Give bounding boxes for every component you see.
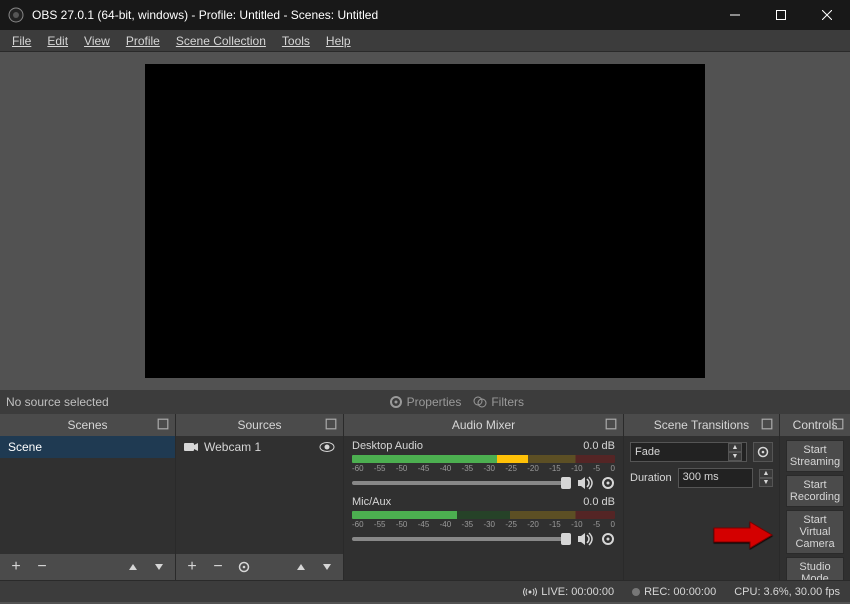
audio-mixer-panel: Audio Mixer Desktop Audio0.0 dB -60-55-5… <box>344 414 624 580</box>
popout-icon <box>157 418 169 430</box>
transition-select[interactable]: Fade ▲▼ <box>630 442 747 462</box>
titlebar: OBS 27.0.1 (64-bit, windows) - Profile: … <box>0 0 850 30</box>
app-icon <box>8 7 24 23</box>
sources-panel: Sources Webcam 1 + − <box>176 414 344 580</box>
audio-meter <box>352 511 615 519</box>
speaker-icon[interactable] <box>577 532 595 546</box>
audio-volume-slider[interactable] <box>352 481 571 485</box>
transition-settings-button[interactable] <box>753 442 773 462</box>
audio-channel-desktop: Desktop Audio0.0 dB -60-55-50-45-40-35-3… <box>344 436 623 492</box>
source-up-button[interactable] <box>289 557 313 577</box>
start-streaming-button[interactable]: Start Streaming <box>786 440 844 472</box>
transitions-header[interactable]: Scene Transitions <box>624 414 779 436</box>
gear-icon <box>389 395 403 409</box>
start-recording-button[interactable]: Start Recording <box>786 475 844 507</box>
audio-volume-slider[interactable] <box>352 537 571 541</box>
popout-icon <box>325 418 337 430</box>
source-item[interactable]: Webcam 1 <box>176 436 343 458</box>
menu-help[interactable]: Help <box>320 32 357 50</box>
maximize-button[interactable] <box>758 0 804 30</box>
panels-row: Scenes Scene + − Sources Webcam 1 + <box>0 414 850 580</box>
popout-icon <box>761 418 773 430</box>
status-cpu: CPU: 3.6%, 30.00 fps <box>734 586 840 598</box>
transitions-panel: Scene Transitions Fade ▲▼ Duration 300 m… <box>624 414 780 580</box>
broadcast-icon <box>523 587 537 597</box>
gear-icon[interactable] <box>601 532 615 546</box>
popout-icon <box>605 418 617 430</box>
source-add-button[interactable]: + <box>180 557 204 577</box>
menu-file[interactable]: File <box>6 32 37 50</box>
source-remove-button[interactable]: − <box>206 557 230 577</box>
duration-label: Duration <box>630 472 672 484</box>
controls-panel: Controls Start Streaming Start Recording… <box>780 414 850 580</box>
window-title: OBS 27.0.1 (64-bit, windows) - Profile: … <box>32 8 378 22</box>
scenes-panel: Scenes Scene + − <box>0 414 176 580</box>
preview-area <box>0 52 850 390</box>
controls-header[interactable]: Controls <box>780 414 850 436</box>
audio-mixer-header[interactable]: Audio Mixer <box>344 414 623 436</box>
source-toolbar-status: No source selected <box>6 395 389 409</box>
duration-input[interactable]: 300 ms <box>678 468 753 488</box>
scene-down-button[interactable] <box>147 557 171 577</box>
gear-icon[interactable] <box>601 476 615 490</box>
menu-tools[interactable]: Tools <box>276 32 316 50</box>
duration-stepper[interactable]: ▲▼ <box>759 469 773 487</box>
menu-profile[interactable]: Profile <box>120 32 166 50</box>
source-settings-button[interactable] <box>232 557 256 577</box>
scenes-header[interactable]: Scenes <box>0 414 175 436</box>
audio-channel-mic: Mic/Aux0.0 dB -60-55-50-45-40-35-30-25-2… <box>344 492 623 548</box>
start-virtual-camera-button[interactable]: Start Virtual Camera <box>786 510 844 554</box>
close-button[interactable] <box>804 0 850 30</box>
audio-meter <box>352 455 615 463</box>
minimize-button[interactable] <box>712 0 758 30</box>
scene-add-button[interactable]: + <box>4 557 28 577</box>
status-rec: REC: 00:00:00 <box>632 586 716 598</box>
speaker-icon[interactable] <box>577 476 595 490</box>
visibility-icon[interactable] <box>319 441 335 453</box>
statusbar: LIVE: 00:00:00 REC: 00:00:00 CPU: 3.6%, … <box>0 580 850 602</box>
source-down-button[interactable] <box>315 557 339 577</box>
menu-view[interactable]: View <box>78 32 116 50</box>
menu-scene-collection[interactable]: Scene Collection <box>170 32 272 50</box>
filters-icon <box>473 395 487 409</box>
audio-ticks: -60-55-50-45-40-35-30-25-20-15-10-50 <box>352 464 615 473</box>
updown-icon: ▲▼ <box>728 443 742 461</box>
scene-remove-button[interactable]: − <box>30 557 54 577</box>
status-live: LIVE: 00:00:00 <box>523 586 614 598</box>
record-dot-icon <box>632 588 640 596</box>
properties-button[interactable]: Properties <box>389 395 462 409</box>
studio-mode-button[interactable]: Studio Mode <box>786 557 844 580</box>
sources-header[interactable]: Sources <box>176 414 343 436</box>
scene-up-button[interactable] <box>121 557 145 577</box>
menu-edit[interactable]: Edit <box>41 32 74 50</box>
scene-item[interactable]: Scene <box>0 436 175 458</box>
source-toolbar: No source selected Properties Filters <box>0 390 850 414</box>
popout-icon <box>832 418 844 430</box>
filters-button[interactable]: Filters <box>473 395 524 409</box>
camera-icon <box>184 441 198 453</box>
audio-ticks: -60-55-50-45-40-35-30-25-20-15-10-50 <box>352 520 615 529</box>
preview-canvas[interactable] <box>145 64 705 378</box>
menubar: File Edit View Profile Scene Collection … <box>0 30 850 52</box>
